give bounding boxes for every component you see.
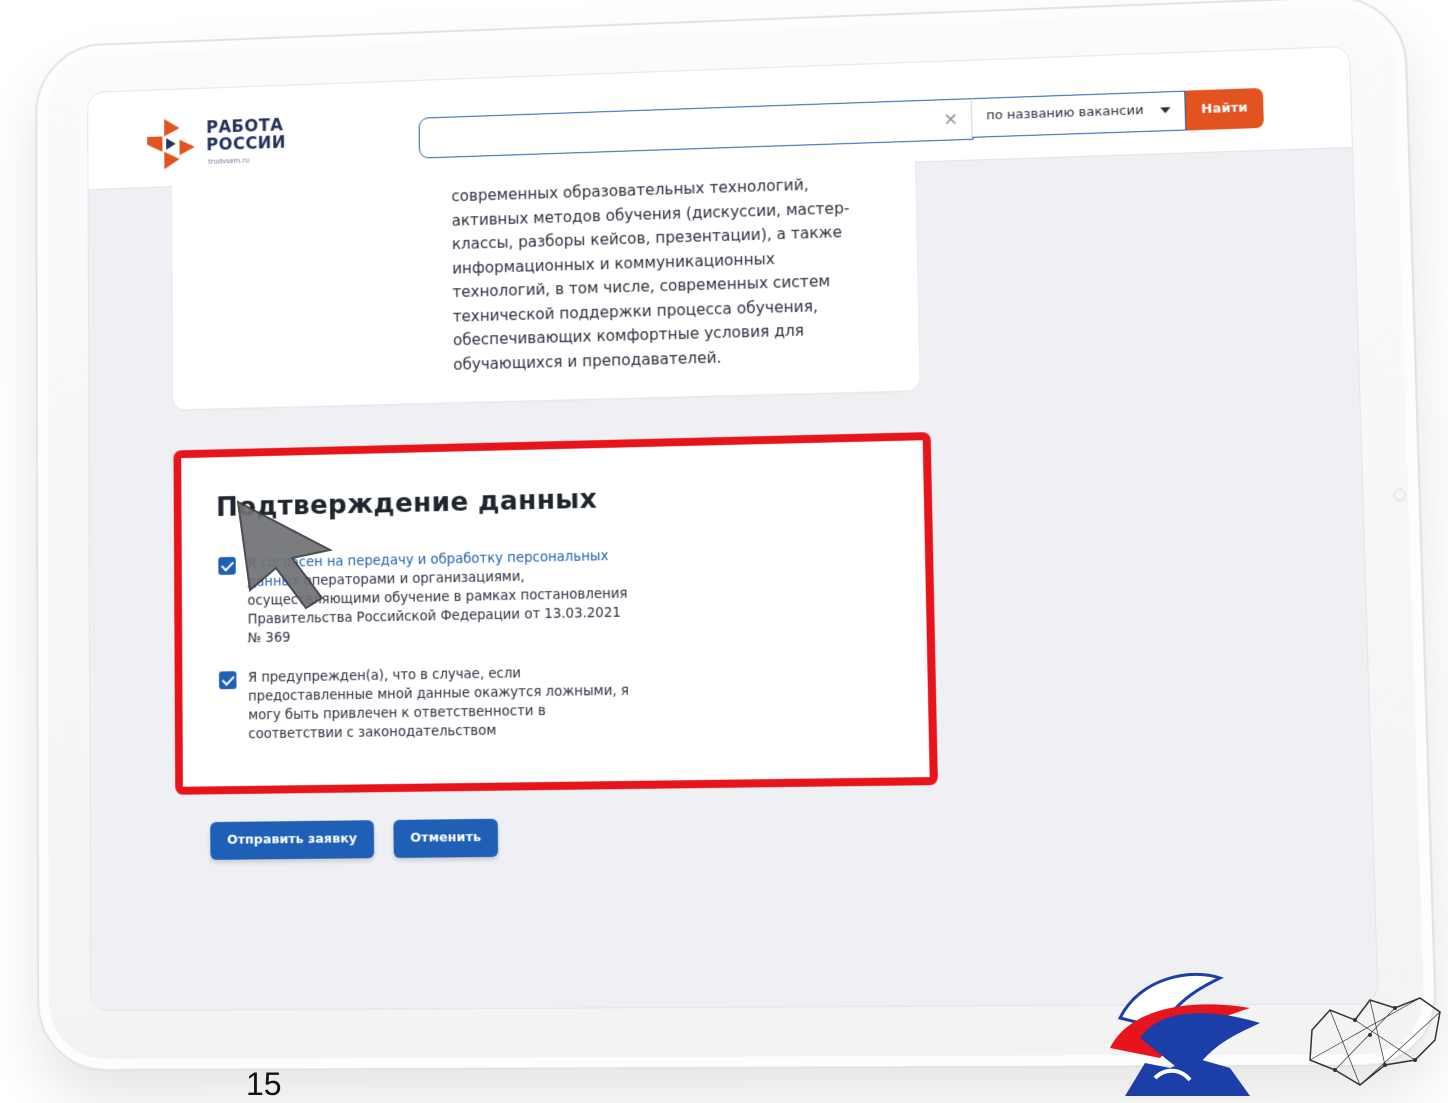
site-logo[interactable]: РАБОТА РОССИИ trudvsem.ru <box>147 112 310 176</box>
cancel-button[interactable]: Отменить <box>393 819 498 858</box>
logo-arrows-icon <box>147 118 201 170</box>
party-emblem-logo <box>1100 968 1270 1096</box>
search-mode-label: по названию вакансии <box>986 103 1144 123</box>
description-card: современных образовательных технологий, … <box>172 162 920 410</box>
description-text: современных образовательных технологий, … <box>451 171 879 377</box>
search-button[interactable]: Найти <box>1185 88 1264 131</box>
logo-subtitle: trudvsem.ru <box>208 157 249 166</box>
clear-icon[interactable]: × <box>943 109 959 130</box>
search-mode-select[interactable]: по названию вакансии <box>971 91 1186 138</box>
submit-application-button[interactable]: Отправить заявку <box>210 820 374 860</box>
chevron-down-icon <box>1160 107 1170 113</box>
page-number: 15 <box>246 1066 282 1103</box>
search-input[interactable]: × <box>419 98 974 158</box>
liability-checkbox-row[interactable]: Я предупрежден(а), что в случае, если пр… <box>219 663 630 670</box>
liability-checkbox[interactable] <box>219 671 237 689</box>
russia-map-logo <box>1300 990 1448 1096</box>
liability-text: Я предупрежден(а), что в случае, если пр… <box>248 663 631 745</box>
cursor-arrow-icon <box>210 480 350 610</box>
logo-title: РАБОТА РОССИИ <box>206 117 286 155</box>
logo-title-line2: РОССИИ <box>206 134 286 154</box>
